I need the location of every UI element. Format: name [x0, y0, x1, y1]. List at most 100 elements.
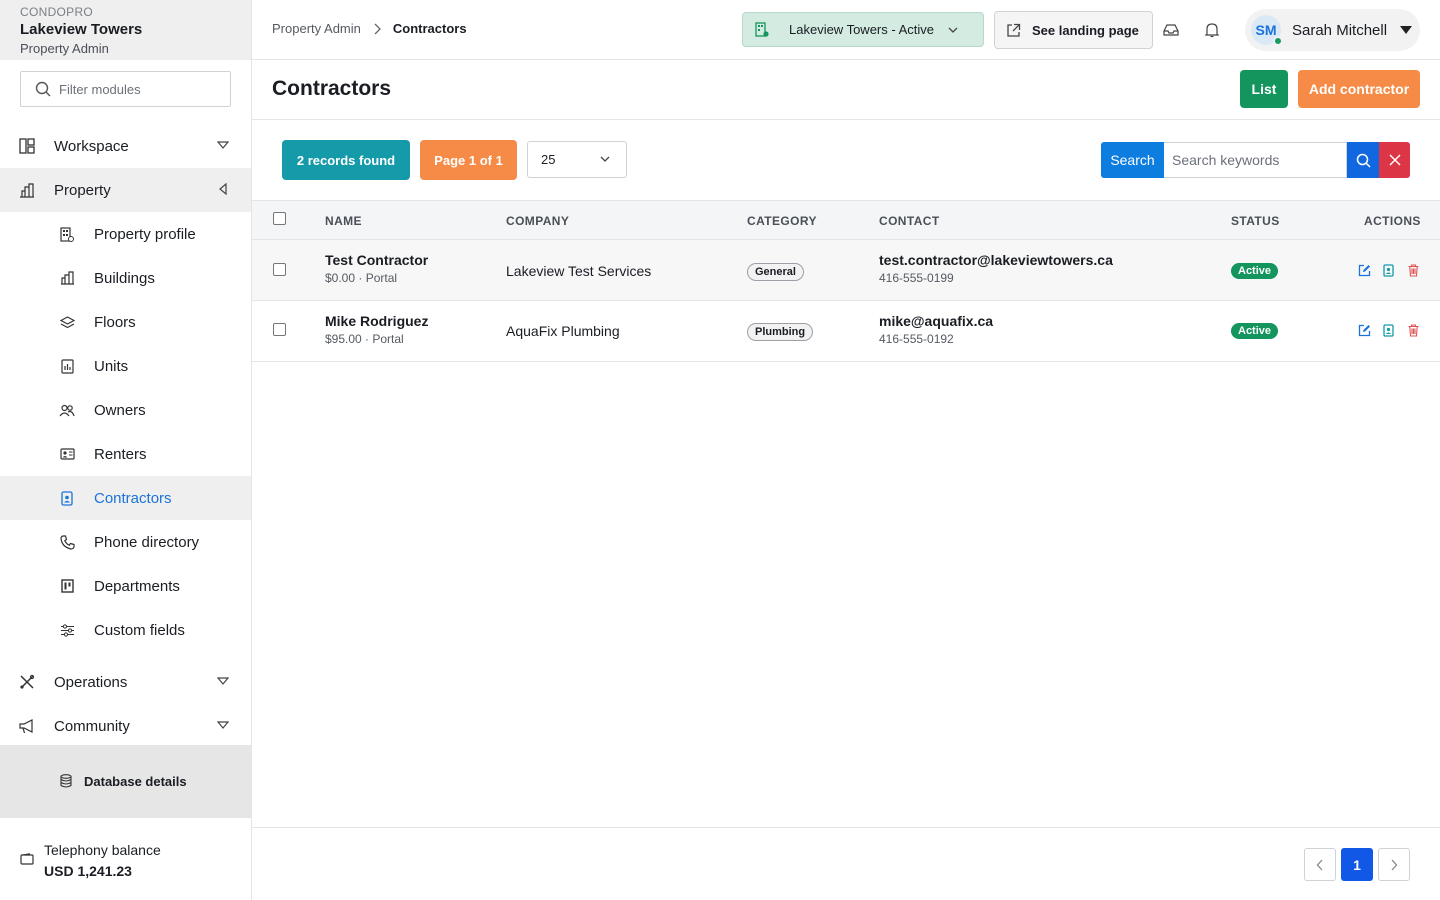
sidebar-item-label: Property profile: [94, 225, 196, 243]
nav-section-community[interactable]: Community: [0, 704, 251, 748]
building-icon: [58, 225, 76, 243]
page-indicator-badge: Page 1 of 1: [420, 140, 517, 180]
sidebar-item-label: Owners: [94, 401, 146, 419]
select-all-checkbox[interactable]: [273, 212, 286, 225]
nav-section-label: Property: [54, 181, 111, 199]
sidebar-item-label: Custom fields: [94, 621, 185, 639]
status-badge: Active: [1231, 263, 1279, 279]
sidebar: CONDOPRO Lakeview Towers Property Admin …: [0, 0, 252, 900]
nav-section-operations[interactable]: Operations: [0, 660, 251, 704]
page-button-current[interactable]: 1: [1341, 848, 1373, 881]
sidebar-item-label: Phone directory: [94, 533, 200, 551]
see-landing-page-button[interactable]: See landing page: [994, 11, 1153, 49]
department-icon: [58, 577, 76, 595]
balance-label: Telephony balance: [44, 842, 161, 858]
sidebar-item-contractors[interactable]: Contractors: [0, 476, 251, 520]
search-icon: [1356, 153, 1371, 168]
sidebar-item-label: Buildings: [94, 269, 155, 287]
contractor-name[interactable]: Test Contractor: [325, 252, 428, 268]
id-card-icon: [58, 445, 76, 463]
filter-modules[interactable]: [20, 71, 231, 107]
phone-icon: [58, 533, 76, 551]
column-header-actions: ACTIONS: [1364, 214, 1421, 228]
sidebar-item-property-profile[interactable]: Property profile: [0, 212, 251, 256]
sidebar-item-custom-fields[interactable]: Custom fields: [0, 608, 251, 652]
delete-icon[interactable]: [1406, 263, 1420, 277]
chevron-left-icon: [219, 183, 227, 195]
contractor-name[interactable]: Mike Rodriguez: [325, 313, 428, 329]
chevron-right-icon: [374, 23, 381, 34]
edit-icon[interactable]: [1357, 323, 1371, 337]
search-submit-button[interactable]: [1347, 142, 1379, 178]
contact-card-icon[interactable]: [1381, 323, 1395, 337]
column-header-company[interactable]: COMPANY: [506, 214, 569, 228]
next-page-button[interactable]: [1378, 848, 1410, 881]
people-icon: [58, 401, 76, 419]
contact-email[interactable]: test.contractor@lakeviewtowers.ca: [879, 252, 1113, 268]
sliders-icon: [58, 621, 76, 639]
page-header: Contractors List Add contractor: [252, 60, 1440, 120]
add-contractor-button[interactable]: Add contractor: [1298, 70, 1420, 108]
per-page-select[interactable]: 25: [527, 141, 627, 178]
column-header-contact[interactable]: CONTACT: [879, 214, 940, 228]
row-checkbox[interactable]: [273, 263, 286, 276]
contact-card-icon[interactable]: [1381, 263, 1395, 277]
layout-icon: [18, 137, 36, 155]
sidebar-item-owners[interactable]: Owners: [0, 388, 251, 432]
chevron-left-icon: [1316, 859, 1323, 870]
user-name: Sarah Mitchell: [1292, 21, 1388, 39]
contact-phone: 416-555-0192: [879, 332, 954, 346]
layers-icon: [58, 313, 76, 331]
contact-phone: 416-555-0199: [879, 271, 954, 285]
contact-email[interactable]: mike@aquafix.ca: [879, 313, 993, 329]
column-header-category[interactable]: CATEGORY: [747, 214, 817, 228]
list-button[interactable]: List: [1240, 70, 1288, 108]
sidebar-item-departments[interactable]: Departments: [0, 564, 251, 608]
prev-page-button[interactable]: [1304, 848, 1336, 881]
column-header-status[interactable]: STATUS: [1231, 214, 1280, 228]
table-row[interactable]: Test Contractor $0.00 · Portal Lakeview …: [252, 240, 1440, 301]
nav-section-property[interactable]: Property: [0, 168, 251, 212]
database-icon: [60, 774, 72, 788]
breadcrumb-item-property-admin[interactable]: Property Admin: [272, 21, 361, 36]
sidebar-item-floors[interactable]: Floors: [0, 300, 251, 344]
sidebar-item-units[interactable]: Units: [0, 344, 251, 388]
wallet-icon: [20, 853, 34, 865]
status-badge: Active: [1231, 323, 1279, 339]
user-menu[interactable]: SM Sarah Mitchell: [1245, 9, 1420, 51]
property-selector[interactable]: Lakeview Towers - Active: [742, 12, 984, 47]
sidebar-item-label: Contractors: [94, 489, 172, 507]
telephony-balance: Telephony balance USD 1,241.23: [0, 817, 251, 900]
contractors-table: NAME COMPANY CATEGORY CONTACT STATUS ACT…: [252, 200, 1440, 362]
app-name: CONDOPRO: [20, 5, 94, 19]
row-checkbox[interactable]: [273, 323, 286, 336]
database-details-button[interactable]: Database details: [0, 745, 251, 817]
delete-icon[interactable]: [1406, 323, 1420, 337]
table-row[interactable]: Mike Rodriguez $95.00 · Portal AquaFix P…: [252, 301, 1440, 362]
name-cell: Mike Rodriguez $95.00 · Portal: [325, 313, 428, 346]
table-header: NAME COMPANY CATEGORY CONTACT STATUS ACT…: [252, 200, 1440, 240]
category-badge: General: [747, 263, 804, 281]
sidebar-item-phone-directory[interactable]: Phone directory: [0, 520, 251, 564]
bell-icon[interactable]: [1202, 20, 1222, 40]
chevron-down-icon: [217, 141, 229, 149]
sidebar-item-buildings[interactable]: Buildings: [0, 256, 251, 300]
property-name: Lakeview Towers: [20, 21, 143, 38]
breadcrumb: Property Admin Contractors: [272, 21, 467, 36]
database-details-label: Database details: [84, 773, 187, 789]
filter-input[interactable]: [59, 81, 219, 97]
search-clear-button[interactable]: [1379, 142, 1410, 178]
category-badge: Plumbing: [747, 323, 814, 341]
edit-icon[interactable]: [1357, 263, 1371, 277]
column-header-name[interactable]: NAME: [325, 214, 362, 228]
megaphone-icon: [18, 717, 36, 735]
sidebar-item-renters[interactable]: Renters: [0, 432, 251, 476]
building-chart-icon: [18, 181, 36, 199]
nav-section-workspace[interactable]: Workspace: [0, 124, 251, 168]
unit-icon: [58, 357, 76, 375]
inbox-icon[interactable]: [1161, 20, 1181, 40]
chevron-down-icon: [217, 721, 229, 729]
search-label-button[interactable]: Search: [1101, 142, 1164, 178]
search-input[interactable]: [1164, 142, 1347, 178]
balance-value: USD 1,241.23: [44, 863, 132, 879]
